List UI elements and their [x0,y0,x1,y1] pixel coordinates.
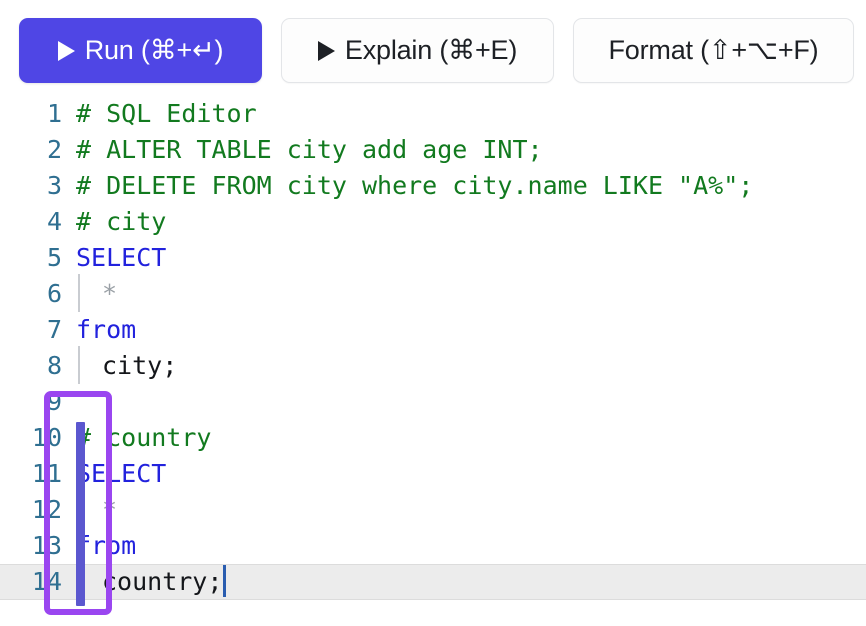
code-line[interactable]: 5 SELECT [0,240,866,276]
line-number: 1 [46,99,62,128]
code-line[interactable]: 11 SELECT [0,456,866,492]
line-number: 4 [46,207,62,236]
play-triangle-icon [57,40,75,61]
line-number: 13 [31,531,62,560]
line-content[interactable]: SELECT [76,456,866,492]
sql-editor-page: Run (⌘+↵) Explain (⌘+E) Format (⇧+⌥+F) 1… [0,0,866,626]
line-content[interactable]: # DELETE FROM city where city.name LIKE … [76,168,866,204]
run-button[interactable]: Run (⌘+↵) [19,18,262,83]
line-number: 6 [46,279,62,308]
line-number: 3 [46,171,62,200]
code-line[interactable]: 3 # DELETE FROM city where city.name LIK… [0,168,866,204]
comment-token: # ALTER TABLE city add age INT; [76,135,543,164]
keyword-token: SELECT [76,459,167,488]
editor-toolbar: Run (⌘+↵) Explain (⌘+E) Format (⇧+⌥+F) [0,0,866,96]
code-line[interactable]: 6 * [0,274,866,312]
line-number: 11 [31,459,62,488]
run-button-label: Run (⌘+↵) [84,35,224,65]
comment-token: # city [76,207,167,236]
line-content[interactable]: from [76,528,866,564]
code-line[interactable]: 12 * [0,490,866,528]
keyword-token: from [76,315,137,344]
line-number: 9 [46,387,62,416]
line-number: 8 [46,351,62,380]
line-number: 7 [46,315,62,344]
code-line[interactable]: 4 # city [0,204,866,240]
comment-token: # DELETE FROM city where city.name LIKE … [76,171,754,200]
line-number: 12 [31,495,62,524]
play-triangle-icon [317,40,335,61]
star-token: * [102,279,118,308]
keyword-token: SELECT [76,243,167,272]
line-content[interactable]: # SQL Editor [76,96,866,132]
line-content[interactable]: country; [76,562,866,600]
code-line-active[interactable]: 14 country; [0,562,866,600]
format-button-label: Format (⇧+⌥+F) [608,35,819,65]
text-cursor [223,565,227,597]
line-content[interactable]: from [76,312,866,348]
line-content[interactable]: * [76,274,866,312]
line-number: 5 [46,243,62,272]
code-line[interactable]: 10 # country [0,420,866,456]
line-content[interactable]: # city [76,204,866,240]
code-line[interactable]: 9 [0,384,866,420]
code-line[interactable]: 13 from [0,528,866,564]
code-line[interactable]: 8 city; [0,346,866,384]
star-token: * [102,495,118,524]
line-content[interactable]: SELECT [76,240,866,276]
format-button[interactable]: Format (⇧+⌥+F) [573,18,854,83]
line-content[interactable]: # country [76,420,866,456]
code-editor[interactable]: 1 # SQL Editor 2 # ALTER TABLE city add … [0,96,866,626]
line-content[interactable]: * [76,490,866,528]
keyword-token: from [76,531,137,560]
line-content[interactable]: # ALTER TABLE city add age INT; [76,132,866,168]
line-number: 10 [31,423,62,452]
identifier-token: country; [102,567,223,596]
code-line[interactable]: 7 from [0,312,866,348]
line-content[interactable]: city; [76,346,866,384]
explain-button[interactable]: Explain (⌘+E) [281,18,554,83]
identifier-token: city; [102,351,178,380]
explain-button-label: Explain (⌘+E) [344,35,518,65]
line-number: 2 [46,135,62,164]
comment-token: # SQL Editor [76,99,257,128]
code-line[interactable]: 1 # SQL Editor [0,96,866,132]
change-gutter-bar [76,422,85,606]
comment-token: # country [76,423,212,452]
code-line[interactable]: 2 # ALTER TABLE city add age INT; [0,132,866,168]
line-number: 14 [31,567,62,596]
